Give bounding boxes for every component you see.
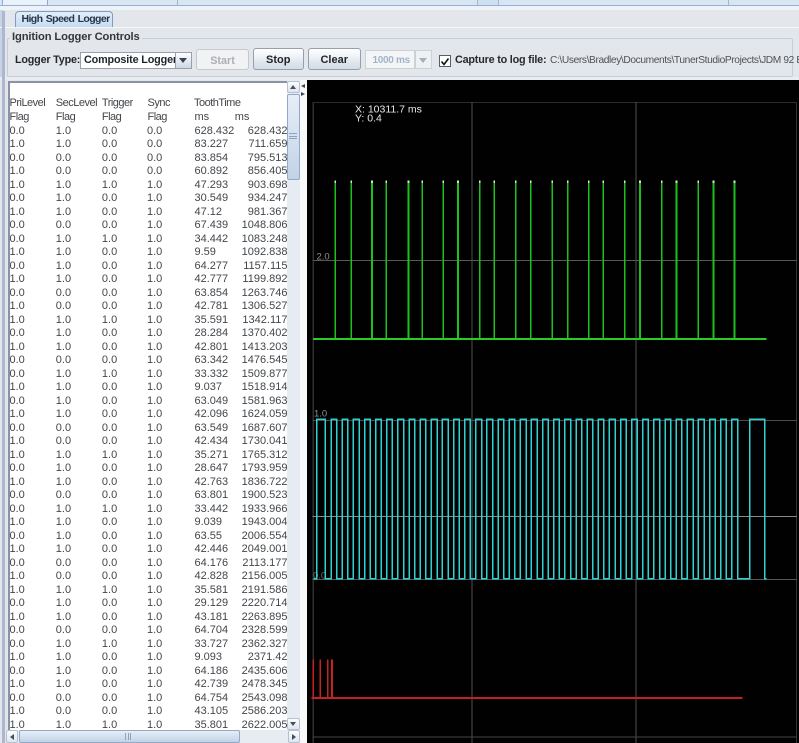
svg-text:1.0: 1.0 xyxy=(314,409,327,420)
svg-text:2.0: 2.0 xyxy=(316,251,329,262)
svg-text:Y: 0.4: Y: 0.4 xyxy=(355,113,382,125)
